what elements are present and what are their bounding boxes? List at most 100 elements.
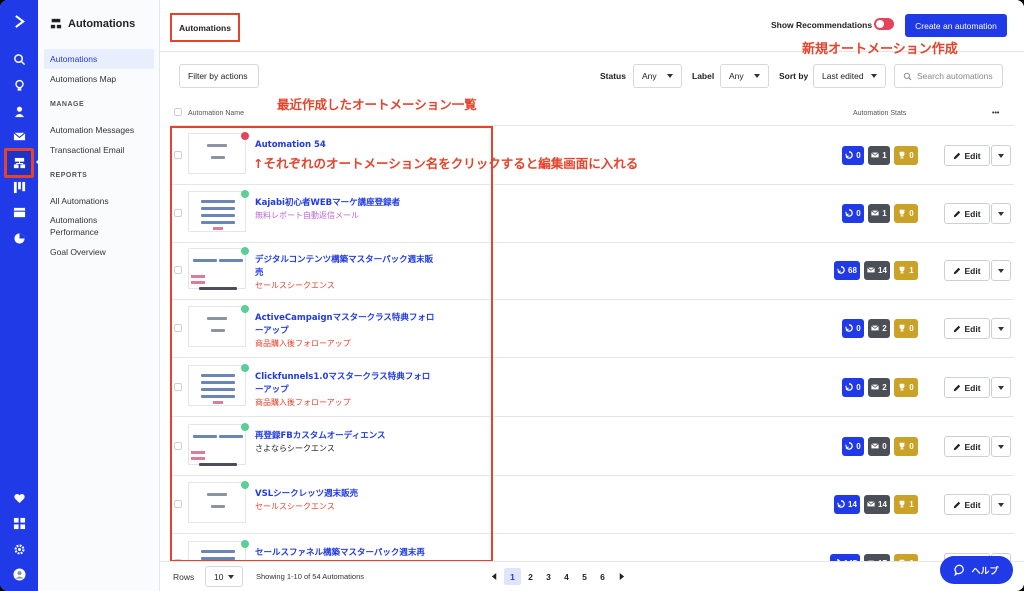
contacts-stat[interactable]: 0	[842, 378, 864, 397]
subnav-item-automations-performance[interactable]: Automations Performance	[44, 210, 124, 242]
table-row[interactable]: Clickfunnels1.0マスタークラス特典フォローアップ 商品購入後フォロー…	[170, 359, 1014, 417]
create-automation-button[interactable]: Create an automation	[905, 14, 1007, 37]
row-checkbox[interactable]	[174, 151, 182, 159]
search-icon[interactable]	[0, 46, 38, 72]
table-row[interactable]: デジタルコンテンツ構築マスターパック週末販売 セールスシークエンス 68 14 1 Edi…	[170, 242, 1014, 300]
table-row[interactable]: Kajabi初心者WEBマーケ講座登録者 無料レポート自動返信メール 0 1 0 Edit	[170, 185, 1014, 243]
edit-button[interactable]: Edit	[944, 203, 990, 224]
emails-stat[interactable]: 2	[868, 378, 890, 397]
contacts-stat[interactable]: 0	[842, 437, 864, 456]
contacts-stat[interactable]: 0	[842, 204, 864, 223]
page-button[interactable]: 5	[576, 568, 593, 585]
subnav-item-automation-messages[interactable]: Automation Messages	[44, 120, 154, 140]
row-checkbox[interactable]	[174, 383, 182, 391]
row-checkbox[interactable]	[174, 324, 182, 332]
edit-dropdown-button[interactable]	[991, 318, 1011, 339]
settings-gear-icon[interactable]	[0, 536, 38, 562]
apps-grid-icon[interactable]	[0, 510, 38, 536]
automation-name-link[interactable]: セールスファネル構築マスターパック週末再	[255, 547, 435, 560]
page-button[interactable]: 2	[522, 568, 539, 585]
page-button[interactable]: 3	[540, 568, 557, 585]
row-checkbox[interactable]	[174, 442, 182, 450]
contacts-stat[interactable]: 0	[842, 146, 864, 165]
contacts-icon[interactable]	[0, 98, 38, 124]
automations-icon[interactable]	[0, 150, 38, 176]
emails-stat[interactable]: 1	[868, 146, 890, 165]
automation-name-link[interactable]: Clickfunnels1.0マスタークラス特典フォローアップ	[255, 371, 435, 397]
subnav-item-goal-overview[interactable]: Goal Overview	[44, 242, 154, 262]
contacts-stat[interactable]: 14	[834, 495, 860, 514]
automation-thumbnail[interactable]	[188, 481, 249, 523]
table-row[interactable]: 再登録FBカスタムオーディエンス さよならシークエンス 0 0 0 Edit	[170, 418, 1014, 476]
mail-icon[interactable]	[0, 123, 38, 149]
edit-button[interactable]: Edit	[944, 494, 990, 515]
page-button[interactable]: 6	[594, 568, 611, 585]
edit-button[interactable]: Edit	[944, 318, 990, 339]
next-page-icon[interactable]	[613, 568, 630, 585]
edit-dropdown-button[interactable]	[991, 436, 1011, 457]
help-button[interactable]: ヘルプ	[940, 556, 1013, 584]
automation-thumbnail[interactable]	[188, 423, 249, 466]
edit-dropdown-button[interactable]	[991, 145, 1011, 166]
goals-stat[interactable]: 0	[894, 204, 918, 223]
automation-thumbnail[interactable]	[188, 132, 249, 174]
search-input[interactable]: Search automations	[894, 64, 1003, 88]
contacts-stat[interactable]: 68	[834, 261, 860, 280]
lightbulb-icon[interactable]	[0, 72, 38, 98]
page-button[interactable]: 1	[504, 568, 521, 585]
row-checkbox[interactable]	[174, 209, 182, 217]
automation-thumbnail[interactable]	[188, 305, 249, 347]
edit-dropdown-button[interactable]	[991, 203, 1011, 224]
edit-dropdown-button[interactable]	[991, 377, 1011, 398]
reports-pie-icon[interactable]	[0, 225, 38, 251]
table-row[interactable]: VSLシークレッツ週末販売 セールスシークエンス 14 14 1 Edit	[170, 476, 1014, 534]
automation-name-link[interactable]: VSLシークレッツ週末販売	[255, 488, 435, 501]
row-checkbox[interactable]	[174, 266, 182, 274]
subnav-item-all-automations[interactable]: All Automations	[44, 191, 154, 211]
goals-stat[interactable]: 1	[894, 495, 918, 514]
status-select[interactable]: Any	[633, 64, 682, 88]
goals-stat[interactable]: 1	[894, 261, 918, 280]
emails-stat[interactable]: 14	[864, 261, 890, 280]
user-avatar-icon[interactable]	[0, 561, 38, 587]
goals-stat[interactable]: 0	[894, 319, 918, 338]
automation-name-link[interactable]: ActiveCampaignマスタークラス特典フォローアップ	[255, 312, 435, 338]
select-all-checkbox[interactable]	[174, 108, 182, 116]
emails-stat[interactable]: 0	[868, 437, 890, 456]
contacts-stat[interactable]: 0	[842, 319, 864, 338]
sort-by-select[interactable]: Last edited	[813, 64, 886, 88]
edit-button[interactable]: Edit	[944, 260, 990, 281]
show-recommendations-toggle[interactable]	[874, 18, 894, 30]
emails-stat[interactable]: 1	[868, 204, 890, 223]
emails-stat[interactable]: 14	[864, 495, 890, 514]
heart-icon[interactable]	[0, 485, 38, 511]
prev-page-icon[interactable]	[486, 568, 503, 585]
website-icon[interactable]	[0, 199, 38, 225]
more-options-icon[interactable]: •••	[992, 110, 999, 117]
subnav-item-automations[interactable]: Automations	[44, 49, 154, 69]
edit-dropdown-button[interactable]	[991, 494, 1011, 515]
page-button[interactable]: 4	[558, 568, 575, 585]
automation-thumbnail[interactable]	[188, 364, 249, 406]
filter-by-actions-button[interactable]: Filter by actions	[179, 64, 259, 88]
automation-thumbnail[interactable]	[188, 247, 249, 290]
emails-stat[interactable]: 2	[868, 319, 890, 338]
edit-button[interactable]: Edit	[944, 436, 990, 457]
automation-thumbnail[interactable]	[188, 190, 249, 232]
rows-per-page-select[interactable]: 10	[205, 566, 243, 587]
pipeline-icon[interactable]	[0, 174, 38, 200]
edit-button[interactable]: Edit	[944, 377, 990, 398]
row-checkbox[interactable]	[174, 500, 182, 508]
tab-automations[interactable]: Automations	[170, 13, 240, 42]
table-row[interactable]: ActiveCampaignマスタークラス特典フォローアップ 商品購入後フォローア…	[170, 300, 1014, 358]
edit-button[interactable]: Edit	[944, 145, 990, 166]
goals-stat[interactable]: 0	[894, 146, 918, 165]
automation-name-link[interactable]: 再登録FBカスタムオーディエンス	[255, 430, 435, 443]
automation-name-link[interactable]: Automation 54	[255, 139, 435, 152]
logo-chevron-icon[interactable]	[0, 6, 38, 36]
label-select[interactable]: Any	[720, 64, 769, 88]
automation-name-link[interactable]: デジタルコンテンツ構築マスターパック週末販売	[255, 254, 435, 280]
automation-name-link[interactable]: Kajabi初心者WEBマーケ講座登録者	[255, 197, 435, 210]
subnav-item-transactional-email[interactable]: Transactional Email	[44, 140, 154, 160]
goals-stat[interactable]: 0	[894, 378, 918, 397]
